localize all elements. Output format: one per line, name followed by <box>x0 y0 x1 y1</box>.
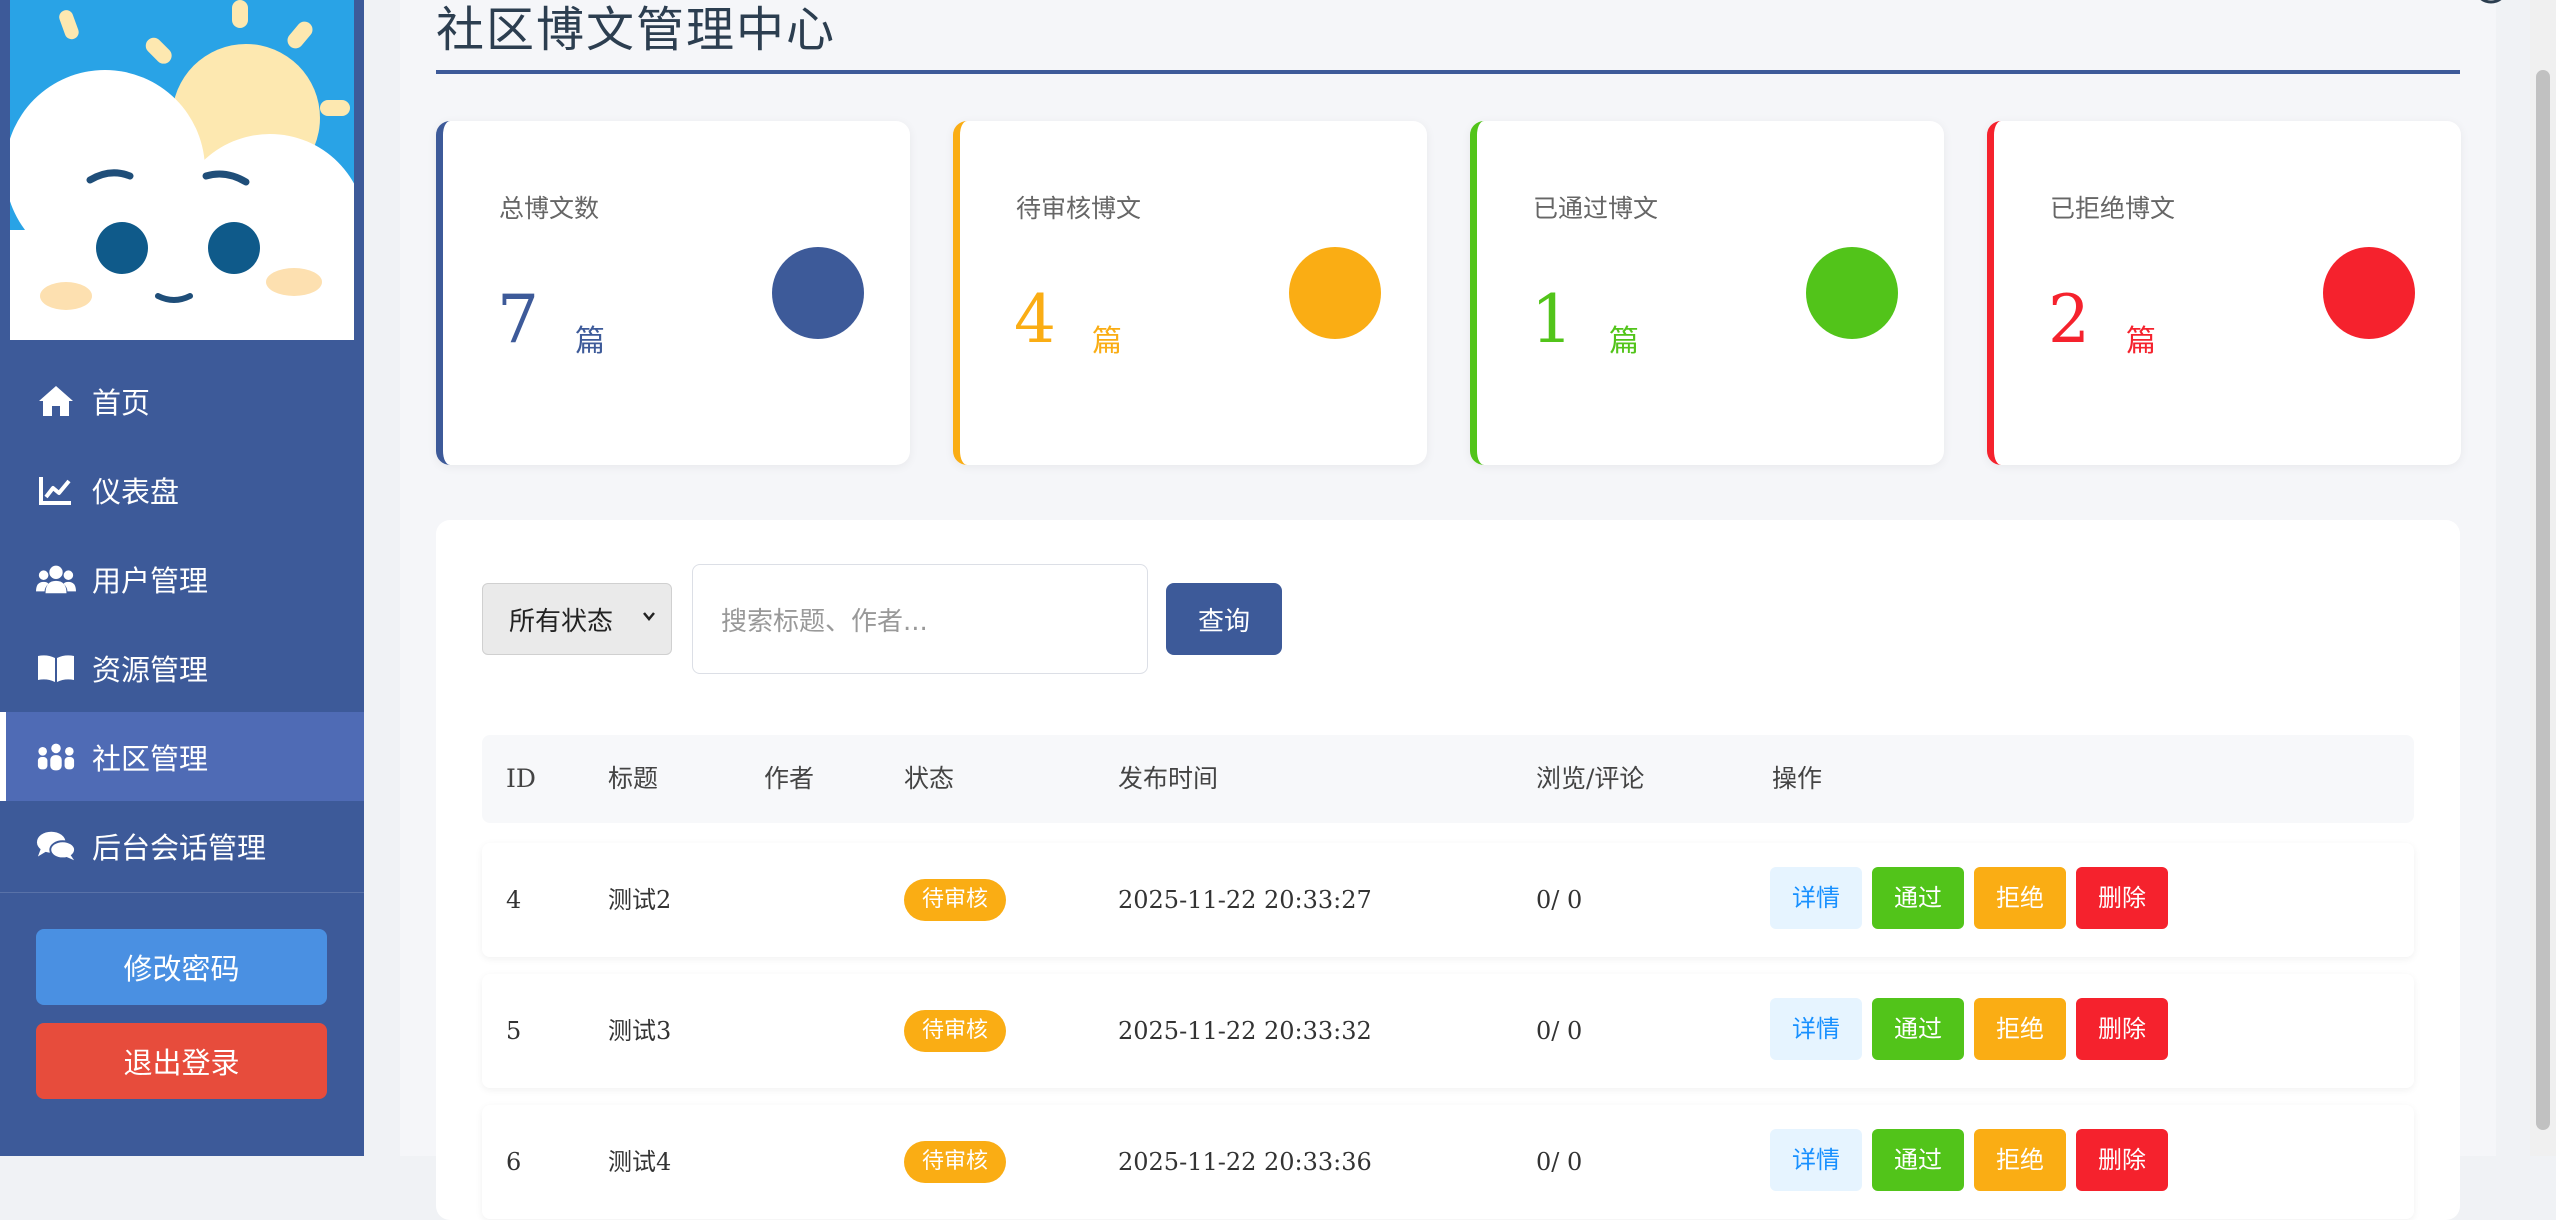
main-content: 社区博文管理中心 总博文数 7 篇 待审核博文 4 篇 已通过博文 1 篇 已拒… <box>400 0 2502 1220</box>
delete-button[interactable]: 删除 <box>2076 998 2168 1060</box>
table-row: 4 测试2 待审核 2025-11-22 20:33:27 0/ 0 详情 通过… <box>482 843 2414 957</box>
sidebar-item-resources[interactable]: 资源管理 <box>0 623 364 712</box>
cell-time: 2025-11-22 20:33:36 <box>1118 1148 1372 1176</box>
reject-button[interactable]: 拒绝 <box>1974 867 2066 929</box>
stat-value: 7 <box>497 281 539 358</box>
stat-value: 1 <box>1531 281 1573 358</box>
delete-button[interactable]: 删除 <box>2076 1129 2168 1191</box>
cell-views: 0/ 0 <box>1536 886 1583 914</box>
stat-unit: 篇 <box>2126 324 2156 359</box>
column-header-views: 浏览/评论 <box>1536 764 1645 793</box>
users-icon <box>36 559 76 599</box>
stat-label: 待审核博文 <box>1016 194 1142 223</box>
scrollbar-thumb[interactable] <box>2536 70 2550 1130</box>
reject-button[interactable]: 拒绝 <box>1974 998 2066 1060</box>
cell-id: 4 <box>506 886 522 914</box>
cell-title: 测试2 <box>608 886 672 914</box>
stat-indicator-icon <box>2323 247 2415 339</box>
column-header-actions: 操作 <box>1772 764 1823 793</box>
home-icon <box>36 381 76 421</box>
sidebar-divider <box>0 892 364 893</box>
posts-panel: 所有状态 搜索标题、作者... 查询 ID 标题 作者 状态 发布时间 浏览/评… <box>436 520 2460 1220</box>
approve-button[interactable]: 通过 <box>1872 998 1964 1060</box>
logo-mascot <box>10 0 354 340</box>
scrollbar[interactable] <box>2530 0 2556 1156</box>
stat-unit: 篇 <box>575 324 605 359</box>
sidebar-item-label: 首页 <box>92 385 151 420</box>
stat-label: 已通过博文 <box>1533 194 1659 223</box>
comments-icon <box>36 826 76 866</box>
cell-views: 0/ 0 <box>1536 1148 1583 1176</box>
sidebar-item-label: 社区管理 <box>92 741 209 776</box>
sidebar-item-community[interactable]: 社区管理 <box>0 712 364 801</box>
sidebar-item-sessions[interactable]: 后台会话管理 <box>0 801 364 890</box>
people-group-icon <box>36 737 76 777</box>
approve-button[interactable]: 通过 <box>1872 1129 1964 1191</box>
status-badge: 待审核 <box>904 1141 1007 1183</box>
status-filter-select[interactable]: 所有状态 <box>482 583 672 655</box>
detail-button[interactable]: 详情 <box>1770 867 1862 929</box>
sidebar-item-users[interactable]: 用户管理 <box>0 534 364 623</box>
cell-time: 2025-11-22 20:33:27 <box>1118 886 1372 914</box>
table-row: 6 测试4 待审核 2025-11-22 20:33:36 0/ 0 详情 通过… <box>482 1105 2414 1219</box>
stat-card-total: 总博文数 7 篇 <box>436 121 910 465</box>
column-header-id: ID <box>506 764 536 793</box>
stat-indicator-icon <box>1289 247 1381 339</box>
logout-button[interactable]: 退出登录 <box>36 1023 327 1099</box>
stat-unit: 篇 <box>1092 324 1122 359</box>
stat-card-approved: 已通过博文 1 篇 <box>1470 121 1944 465</box>
cell-views: 0/ 0 <box>1536 1017 1583 1045</box>
status-badge: 待审核 <box>904 1010 1007 1052</box>
sidebar-item-label: 用户管理 <box>92 563 209 598</box>
search-input[interactable]: 搜索标题、作者... <box>692 564 1148 674</box>
table-row: 5 测试3 待审核 2025-11-22 20:33:32 0/ 0 详情 通过… <box>482 974 2414 1088</box>
column-header-title: 标题 <box>608 764 659 793</box>
title-underline <box>436 70 2460 74</box>
chevron-down-icon <box>643 612 655 621</box>
sidebar: 首页 仪表盘 用户管理 资源管理 社区管理 后台会话管理 修改密码 退出登录 <box>0 0 364 1156</box>
sidebar-item-label: 仪表盘 <box>92 474 180 509</box>
cell-title: 测试4 <box>608 1148 672 1176</box>
cell-id: 5 <box>506 1017 522 1045</box>
detail-button[interactable]: 详情 <box>1770 998 1862 1060</box>
stat-unit: 篇 <box>1609 324 1639 359</box>
status-filter-value: 所有状态 <box>509 606 614 637</box>
cell-time: 2025-11-22 20:33:32 <box>1118 1017 1372 1045</box>
detail-button[interactable]: 详情 <box>1770 1129 1862 1191</box>
cell-id: 6 <box>506 1148 522 1176</box>
sidebar-nav: 首页 仪表盘 用户管理 资源管理 社区管理 后台会话管理 <box>0 356 364 890</box>
column-header-author: 作者 <box>764 764 815 793</box>
column-header-status: 状态 <box>904 764 955 793</box>
search-button[interactable]: 查询 <box>1166 583 1282 655</box>
stat-card-rejected: 已拒绝博文 2 篇 <box>1987 121 2461 465</box>
sidebar-item-dashboard[interactable]: 仪表盘 <box>0 445 364 534</box>
stat-label: 已拒绝博文 <box>2050 194 2176 223</box>
sidebar-item-home[interactable]: 首页 <box>0 356 364 445</box>
stat-indicator-icon <box>772 247 864 339</box>
reject-button[interactable]: 拒绝 <box>1974 1129 2066 1191</box>
table-header: ID 标题 作者 状态 发布时间 浏览/评论 操作 <box>482 735 2414 823</box>
column-header-time: 发布时间 <box>1118 764 1219 793</box>
sidebar-item-label: 后台会话管理 <box>92 830 267 865</box>
delete-button[interactable]: 删除 <box>2076 867 2168 929</box>
user-avatar-icon[interactable] <box>2466 0 2516 14</box>
book-icon <box>36 648 76 688</box>
approve-button[interactable]: 通过 <box>1872 867 1964 929</box>
stat-value: 2 <box>2048 281 2090 358</box>
sidebar-item-label: 资源管理 <box>92 652 209 687</box>
sun-cloud-mascot-icon <box>10 0 354 340</box>
stat-value: 4 <box>1014 281 1056 358</box>
status-badge: 待审核 <box>904 879 1007 921</box>
search-placeholder: 搜索标题、作者... <box>721 606 928 637</box>
stat-card-pending: 待审核博文 4 篇 <box>953 121 1427 465</box>
stat-label: 总博文数 <box>499 194 600 223</box>
change-password-button[interactable]: 修改密码 <box>36 929 327 1005</box>
stat-indicator-icon <box>1806 247 1898 339</box>
page-title: 社区博文管理中心 <box>436 2 837 58</box>
chart-line-icon <box>36 470 76 510</box>
cell-title: 测试3 <box>608 1017 672 1045</box>
